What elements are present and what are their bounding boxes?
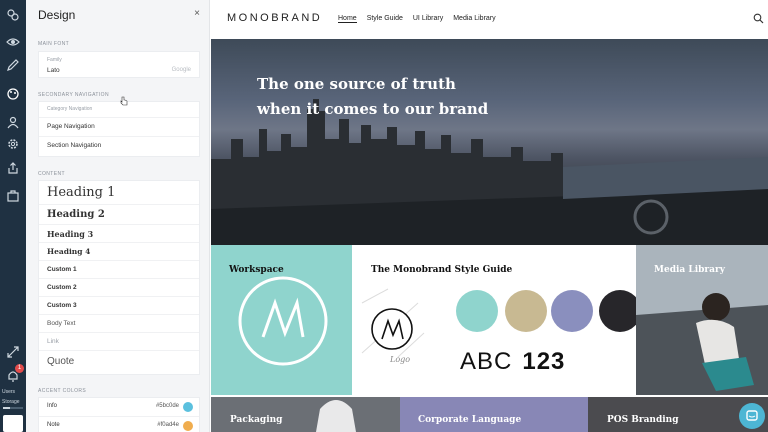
tile-corporate-language[interactable]: Corporate Language bbox=[400, 397, 588, 432]
accent-color-item[interactable]: Info #5bc0de bbox=[39, 398, 199, 417]
color-swatch[interactable] bbox=[183, 421, 193, 431]
site-header: MONOBRAND Home Style Guide UI Library Me… bbox=[211, 0, 768, 39]
avatar[interactable] bbox=[3, 415, 23, 432]
font-source: Google bbox=[171, 67, 191, 73]
storage-label: Storage bbox=[2, 399, 20, 405]
eye-icon[interactable] bbox=[5, 34, 21, 50]
main-font-field[interactable]: Family Lato Google bbox=[38, 51, 200, 78]
app-logo-icon[interactable] bbox=[5, 7, 21, 23]
design-panel: Design × MAIN FONT Family Lato Google SE… bbox=[26, 0, 210, 432]
bag-image bbox=[316, 400, 356, 432]
close-icon[interactable]: × bbox=[194, 8, 200, 19]
tile-packaging[interactable]: Packaging bbox=[211, 397, 400, 432]
hand-cursor-icon bbox=[120, 96, 128, 106]
site-nav: Home Style Guide UI Library Media Librar… bbox=[338, 15, 496, 23]
accent-colors-list: Info #5bc0de Note #f0ad4e bbox=[38, 397, 200, 432]
tile-style-guide[interactable]: The Monobrand Style Guide Logo ABC 123 bbox=[352, 245, 636, 395]
box-icon[interactable] bbox=[5, 188, 21, 204]
hero-title: The one source of truth when it comes to… bbox=[257, 75, 489, 118]
list-item[interactable]: Category Navigation bbox=[39, 102, 199, 118]
content-styles-list: Heading 1 Heading 2 Heading 3 Heading 4 … bbox=[38, 180, 200, 375]
logo-sketch-icon bbox=[361, 288, 425, 358]
chat-launcher-button[interactable] bbox=[739, 403, 765, 429]
expand-icon[interactable] bbox=[5, 344, 21, 360]
users-label: Users bbox=[2, 389, 16, 395]
nav-home[interactable]: Home bbox=[338, 15, 357, 23]
accent-colors-label: ACCENT COLORS bbox=[38, 388, 87, 394]
users-icon[interactable] bbox=[5, 114, 21, 130]
accent-color-item[interactable]: Note #f0ad4e bbox=[39, 417, 199, 432]
color-swatch bbox=[456, 290, 498, 332]
list-item[interactable]: Heading 1 bbox=[39, 181, 199, 205]
font-family-value: Lato bbox=[47, 67, 60, 74]
gear-icon[interactable] bbox=[5, 136, 21, 152]
search-icon[interactable] bbox=[753, 13, 764, 24]
list-item[interactable]: Custom 1 bbox=[39, 261, 199, 279]
color-swatch[interactable] bbox=[183, 402, 193, 412]
panel-title: Design bbox=[38, 8, 76, 22]
color-swatch bbox=[505, 290, 547, 332]
list-item[interactable]: Heading 3 bbox=[39, 225, 199, 243]
site-logo[interactable]: MONOBRAND bbox=[227, 12, 322, 24]
main-font-label: MAIN FONT bbox=[38, 41, 70, 47]
list-item[interactable]: Section Navigation bbox=[39, 137, 199, 156]
storage-bar bbox=[3, 407, 23, 409]
type-sample: ABC 123 bbox=[460, 348, 566, 375]
nav-ui-library[interactable]: UI Library bbox=[413, 15, 443, 23]
pencil-icon[interactable] bbox=[5, 57, 21, 73]
chat-icon bbox=[746, 410, 758, 421]
notification-badge: 1 bbox=[15, 364, 24, 373]
city-skyline-image bbox=[211, 99, 768, 245]
share-icon[interactable] bbox=[5, 160, 21, 176]
list-item[interactable]: Page Navigation bbox=[39, 118, 199, 137]
list-item[interactable]: Heading 4 bbox=[39, 243, 199, 261]
content-label: CONTENT bbox=[38, 171, 65, 177]
list-item[interactable]: Custom 2 bbox=[39, 279, 199, 297]
monobrand-logo-icon bbox=[238, 276, 328, 366]
storage-bar-fill bbox=[3, 407, 10, 409]
tile-workspace[interactable]: Workspace bbox=[211, 245, 352, 395]
list-item[interactable]: Body Text bbox=[39, 315, 199, 333]
list-item[interactable]: Custom 3 bbox=[39, 297, 199, 315]
list-item[interactable]: Heading 2 bbox=[39, 205, 199, 225]
color-swatch bbox=[551, 290, 593, 332]
font-family-label: Family bbox=[47, 57, 62, 63]
palette-icon[interactable] bbox=[5, 86, 21, 102]
nav-media-library[interactable]: Media Library bbox=[453, 15, 495, 23]
list-item[interactable]: Quote bbox=[39, 351, 199, 374]
tile-media-library[interactable]: Media Library bbox=[636, 245, 768, 395]
hero-banner: The one source of truth when it comes to… bbox=[211, 39, 768, 245]
icon-rail: 1 Users Storage bbox=[0, 0, 26, 432]
app-window: 1 Users Storage Design × MAIN FONT Famil… bbox=[0, 0, 768, 432]
secondary-navigation-list: Category Navigation Page Navigation Sect… bbox=[38, 101, 200, 157]
list-item[interactable]: Link bbox=[39, 333, 199, 351]
color-swatch bbox=[599, 290, 636, 332]
nav-style-guide[interactable]: Style Guide bbox=[367, 15, 403, 23]
site-preview: MONOBRAND Home Style Guide UI Library Me… bbox=[211, 0, 768, 432]
logo-caption: Logo bbox=[390, 355, 411, 364]
secondary-navigation-label: SECONDARY NAVIGATION bbox=[38, 92, 109, 98]
